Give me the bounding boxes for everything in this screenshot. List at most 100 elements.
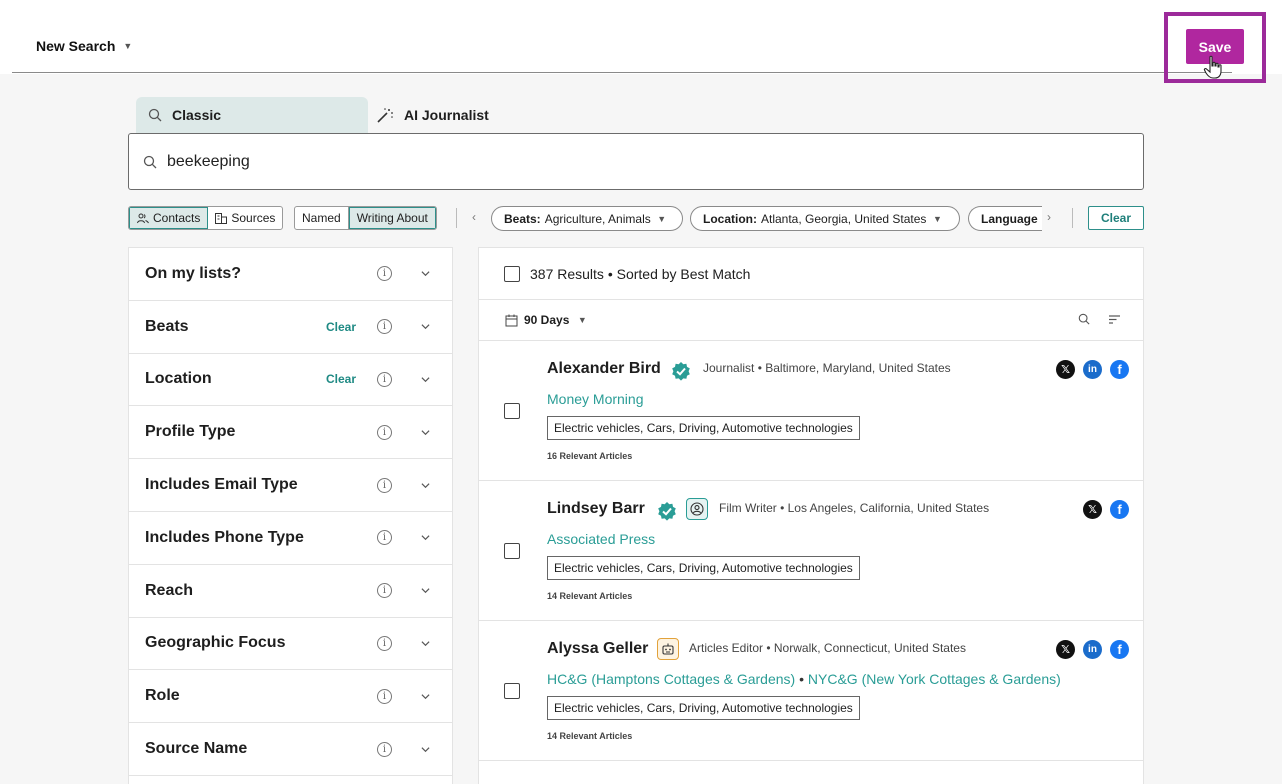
facebook-icon[interactable]: f xyxy=(1110,500,1129,519)
verified-badge-icon xyxy=(658,502,676,521)
outlet-link[interactable]: Associated Press xyxy=(547,531,655,547)
people-icon xyxy=(137,213,149,223)
divider xyxy=(12,72,1232,73)
toggle-contacts[interactable]: Contacts xyxy=(129,207,209,229)
filter-geographic-focus[interactable]: Geographic Focus i xyxy=(129,618,452,671)
info-icon[interactable]: i xyxy=(377,477,392,493)
info-icon[interactable]: i xyxy=(377,319,392,335)
filter-clear-link[interactable]: Clear xyxy=(326,372,356,386)
x-icon[interactable]: 𝕏 xyxy=(1056,640,1075,659)
topics-tag: Electric vehicles, Cars, Driving, Automo… xyxy=(547,416,860,440)
filter-beats[interactable]: Beats Clear i xyxy=(129,301,452,354)
topics-tag: Electric vehicles, Cars, Driving, Automo… xyxy=(547,696,860,720)
chip-beats[interactable]: Beats: Agriculture, Animals ▼ xyxy=(491,206,683,231)
filter-phone-type[interactable]: Includes Phone Type i xyxy=(129,512,452,565)
toggle-sources-label: Sources xyxy=(231,211,276,225)
info-icon[interactable]: i xyxy=(377,266,392,282)
select-all-checkbox[interactable] xyxy=(504,265,520,282)
linkedin-icon[interactable]: in xyxy=(1083,640,1102,659)
date-range-dropdown[interactable]: 90 Days xyxy=(524,313,569,327)
tab-classic[interactable]: Classic xyxy=(136,97,368,133)
profile-badge-icon xyxy=(686,498,708,520)
x-icon[interactable]: 𝕏 xyxy=(1056,360,1075,379)
search-icon xyxy=(143,155,157,168)
info-icon[interactable]: i xyxy=(377,583,392,599)
filter-label: Beats xyxy=(145,317,189,335)
chip-beats-value: Agriculture, Animals xyxy=(544,211,651,226)
chevron-left-icon[interactable]: ‹ xyxy=(472,210,476,224)
search-icon xyxy=(148,108,162,122)
top-bar: New Search ▼ xyxy=(0,0,1282,74)
toggle-sources[interactable]: Sources xyxy=(208,207,282,229)
chevron-right-icon[interactable]: › xyxy=(1047,210,1051,224)
info-icon[interactable]: i xyxy=(377,424,392,440)
chip-location[interactable]: Location: Atlanta, Georgia, United State… xyxy=(690,206,960,231)
chip-language[interactable]: Language xyxy=(968,206,1042,231)
outlet-link[interactable]: NYC&G (New York Cottages & Gardens) xyxy=(808,671,1061,687)
robot-badge-icon xyxy=(657,638,679,660)
x-icon[interactable]: 𝕏 xyxy=(1083,500,1102,519)
tab-ai-journalist[interactable]: AI Journalist xyxy=(376,97,489,133)
toggle-writing-about[interactable]: Writing About xyxy=(348,207,436,229)
result-card[interactable]: Alexander Bird Journalist • Baltimore, M… xyxy=(479,341,1143,481)
outlet-link[interactable]: HC&G (Hamptons Cottages & Gardens) xyxy=(547,671,795,687)
filter-source-name[interactable]: Source Name i xyxy=(129,723,452,776)
toggle-writing-about-label: Writing About xyxy=(356,211,428,225)
toggle-contacts-label: Contacts xyxy=(153,211,201,225)
sort-icon[interactable] xyxy=(1108,313,1121,325)
facebook-icon[interactable]: f xyxy=(1110,640,1129,659)
contact-name[interactable]: Lindsey Barr xyxy=(547,500,645,518)
filter-label: Role xyxy=(145,687,180,705)
result-checkbox[interactable] xyxy=(504,403,520,419)
magic-wand-icon xyxy=(377,108,393,123)
filter-on-my-lists[interactable]: On my lists? i xyxy=(129,248,452,301)
page-title: New Search xyxy=(36,38,116,54)
results-panel: 387 Results • Sorted by Best Match 90 Da… xyxy=(478,247,1144,784)
filter-profile-type[interactable]: Profile Type i xyxy=(129,406,452,460)
chevron-down-icon xyxy=(421,271,430,277)
filter-email-type[interactable]: Includes Email Type i xyxy=(129,459,452,512)
result-card[interactable]: Lindsey Barr Film Writer • Los Angeles, … xyxy=(479,481,1143,621)
search-input[interactable] xyxy=(167,152,1067,171)
contacts-sources-toggle: Contacts Sources xyxy=(128,206,284,230)
info-icon[interactable]: i xyxy=(377,688,392,704)
relevant-articles[interactable]: 14 Relevant Articles xyxy=(547,591,632,601)
contact-meta: Journalist • Baltimore, Maryland, United… xyxy=(703,361,951,375)
chevron-down-icon: ▼ xyxy=(930,213,942,224)
chevron-down-icon xyxy=(421,482,430,488)
filter-clear-link[interactable]: Clear xyxy=(326,320,356,334)
result-card[interactable]: Alyssa Geller Articles Editor • Norwalk,… xyxy=(479,621,1143,761)
outlet-links: HC&G (Hamptons Cottages & Gardens) • NYC… xyxy=(547,671,1061,687)
chevron-down-icon xyxy=(421,324,430,330)
filter-label: Location xyxy=(145,370,212,388)
search-icon[interactable] xyxy=(1078,313,1090,325)
chevron-down-icon xyxy=(421,694,430,699)
toggle-named[interactable]: Named xyxy=(295,207,349,229)
relevant-articles[interactable]: 16 Relevant Articles xyxy=(547,451,632,461)
new-search-menu[interactable]: New Search ▼ xyxy=(36,38,132,54)
result-checkbox[interactable] xyxy=(504,543,520,559)
facebook-icon[interactable]: f xyxy=(1110,360,1129,379)
result-checkbox[interactable] xyxy=(504,683,520,699)
verified-badge-icon xyxy=(672,362,690,381)
clear-all-button[interactable]: Clear xyxy=(1088,206,1144,230)
toggle-named-label: Named xyxy=(302,211,341,225)
relevant-articles[interactable]: 14 Relevant Articles xyxy=(547,731,632,741)
filter-role[interactable]: Role i xyxy=(129,670,452,724)
info-icon[interactable]: i xyxy=(377,635,392,651)
tab-ai-journalist-label: AI Journalist xyxy=(404,107,489,123)
filter-reach[interactable]: Reach i xyxy=(129,565,452,618)
chip-location-key: Location: xyxy=(703,211,757,226)
contact-name[interactable]: Alexander Bird xyxy=(547,360,661,378)
contact-name[interactable]: Alyssa Geller xyxy=(547,640,648,658)
contact-meta: Articles Editor • Norwalk, Connecticut, … xyxy=(689,641,966,655)
linkedin-icon[interactable]: in xyxy=(1083,360,1102,379)
info-icon[interactable]: i xyxy=(377,741,392,757)
filter-location[interactable]: Location Clear i xyxy=(129,354,452,407)
info-icon[interactable]: i xyxy=(377,530,392,546)
filter-label: Source Name xyxy=(145,740,248,758)
info-icon[interactable]: i xyxy=(377,371,392,387)
chip-language-key: Language xyxy=(981,211,1038,226)
filter-label: Reach xyxy=(145,581,194,599)
outlet-link[interactable]: Money Morning xyxy=(547,391,644,407)
